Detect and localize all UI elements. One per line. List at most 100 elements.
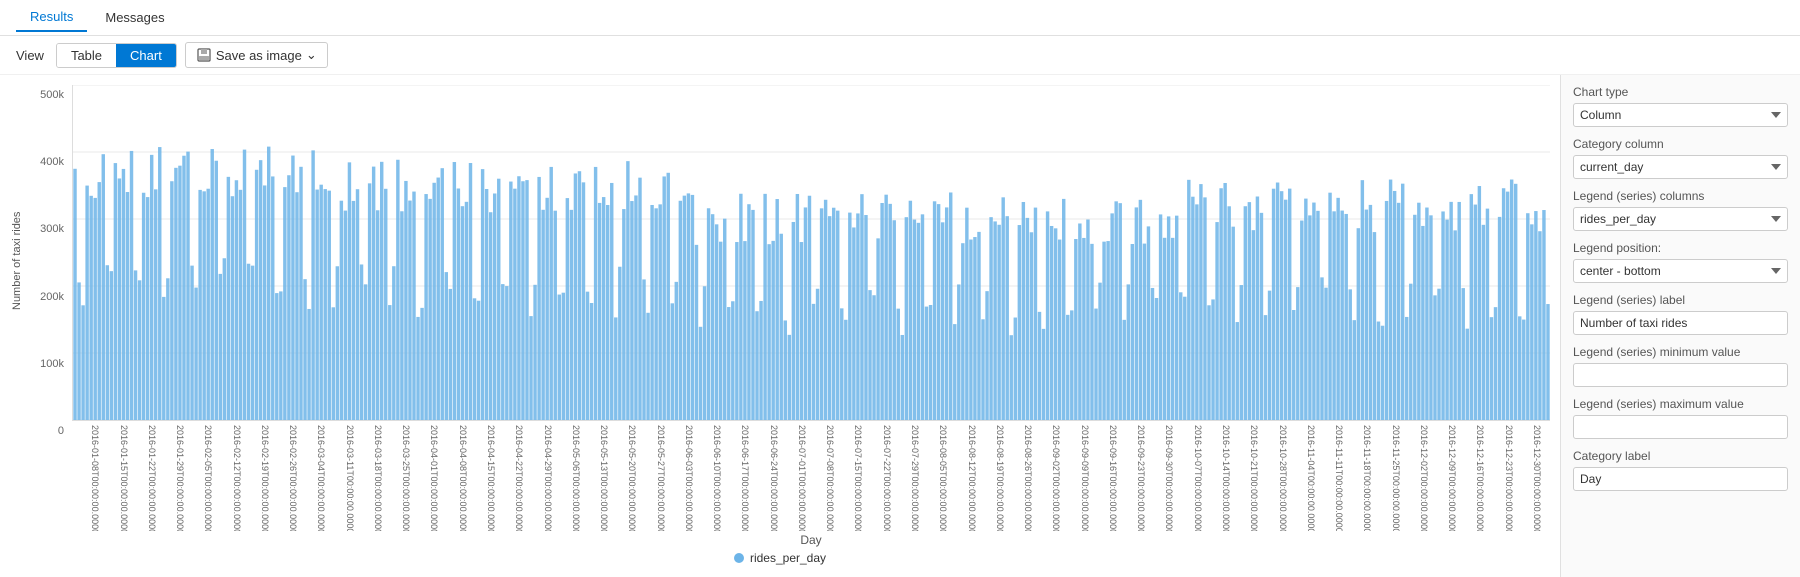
x-axis-area: 2016-01-01T00:00:00.00000002016-01-08T00… bbox=[72, 421, 1550, 531]
chart-toggle-btn[interactable]: Chart bbox=[116, 44, 176, 67]
tab-messages[interactable]: Messages bbox=[91, 4, 178, 31]
legend-max-label: Legend (series) maximum value bbox=[1573, 397, 1788, 411]
x-label: 2016-09-16T00:00:00.0000000 bbox=[1108, 425, 1118, 531]
bars-chart-svg bbox=[73, 85, 1550, 420]
x-label: 2016-10-21T00:00:00.0000000 bbox=[1249, 425, 1259, 531]
x-label: 2016-12-09T00:00:00.0000000 bbox=[1447, 425, 1457, 531]
legend-position-group: Legend position: center - bottom bbox=[1573, 241, 1788, 283]
x-label: 2016-01-15T00:00:00.0000000 bbox=[119, 425, 129, 531]
x-label: 2016-06-24T00:00:00.0000000 bbox=[769, 425, 779, 531]
x-label: 2016-05-13T00:00:00.0000000 bbox=[599, 425, 609, 531]
x-label: 2016-07-22T00:00:00.0000000 bbox=[882, 425, 892, 531]
legend-series-group: Legend (series) columns rides_per_day bbox=[1573, 189, 1788, 231]
x-label: 2016-07-01T00:00:00.0000000 bbox=[797, 425, 807, 531]
x-label: 2016-11-18T00:00:00.0000000 bbox=[1362, 425, 1372, 531]
x-label: 2016-02-05T00:00:00.0000000 bbox=[203, 425, 213, 531]
legend-position-select[interactable]: center - bottom bbox=[1573, 259, 1788, 283]
y-label-500k: 500k bbox=[40, 89, 64, 101]
category-column-select[interactable]: current_day bbox=[1573, 155, 1788, 179]
save-icon bbox=[196, 47, 212, 63]
legend-series-select[interactable]: rides_per_day bbox=[1573, 207, 1788, 231]
x-label: 2016-11-04T00:00:00.0000000 bbox=[1306, 425, 1316, 531]
x-label: 2016-03-25T00:00:00.0000000 bbox=[401, 425, 411, 531]
x-label: 2016-02-19T00:00:00.0000000 bbox=[260, 425, 270, 531]
x-label: 2016-12-30T00:00:00.0000000 bbox=[1532, 425, 1542, 531]
x-label: 2016-03-18T00:00:00.0000000 bbox=[373, 425, 383, 531]
y-axis-title: Number of taxi rides bbox=[8, 85, 26, 437]
legend-min-label: Legend (series) minimum value bbox=[1573, 345, 1788, 359]
x-label: 2016-01-29T00:00:00.0000000 bbox=[175, 425, 185, 531]
y-label-400k: 400k bbox=[40, 156, 64, 168]
chart-type-select[interactable]: Column bbox=[1573, 103, 1788, 127]
legend-min-input[interactable] bbox=[1573, 363, 1788, 387]
chart-type-group: Chart type Column bbox=[1573, 85, 1788, 127]
tab-results[interactable]: Results bbox=[16, 3, 87, 32]
y-label-200k: 200k bbox=[40, 291, 64, 303]
x-label: 2016-08-05T00:00:00.0000000 bbox=[938, 425, 948, 531]
legend-min-group: Legend (series) minimum value bbox=[1573, 345, 1788, 387]
x-label: 2016-12-02T00:00:00.0000000 bbox=[1419, 425, 1429, 531]
x-label: 2016-08-26T00:00:00.0000000 bbox=[1023, 425, 1033, 531]
x-label: 2016-07-08T00:00:00.0000000 bbox=[825, 425, 835, 531]
legend-dot bbox=[734, 553, 744, 563]
x-label: 2016-04-29T00:00:00.0000000 bbox=[543, 425, 553, 531]
x-label: 2016-09-23T00:00:00.0000000 bbox=[1136, 425, 1146, 531]
legend-series-label-label: Legend (series) label bbox=[1573, 293, 1788, 307]
x-label: 2016-06-03T00:00:00.0000000 bbox=[684, 425, 694, 531]
x-label: 2016-07-29T00:00:00.0000000 bbox=[910, 425, 920, 531]
x-label: 2016-04-22T00:00:00.0000000 bbox=[514, 425, 524, 531]
save-image-button[interactable]: Save as image ⌄ bbox=[185, 42, 328, 68]
y-axis: 500k 400k 300k 200k 100k 0 bbox=[28, 85, 72, 547]
legend-max-group: Legend (series) maximum value bbox=[1573, 397, 1788, 439]
x-label: 2016-03-04T00:00:00.0000000 bbox=[316, 425, 326, 531]
x-label: 2016-08-19T00:00:00.0000000 bbox=[995, 425, 1005, 531]
x-label: 2016-06-17T00:00:00.0000000 bbox=[740, 425, 750, 531]
x-label: 2016-09-09T00:00:00.0000000 bbox=[1080, 425, 1090, 531]
category-label-label: Category label bbox=[1573, 449, 1788, 463]
y-label-300k: 300k bbox=[40, 223, 64, 235]
x-label: 2016-04-08T00:00:00.0000000 bbox=[458, 425, 468, 531]
x-label: 2016-09-02T00:00:00.0000000 bbox=[1051, 425, 1061, 531]
legend-series-label-input[interactable] bbox=[1573, 311, 1788, 335]
x-label: 2016-05-27T00:00:00.0000000 bbox=[656, 425, 666, 531]
x-label: 2016-02-26T00:00:00.0000000 bbox=[288, 425, 298, 531]
x-label: 2016-05-20T00:00:00.0000000 bbox=[627, 425, 637, 531]
save-image-label: Save as image bbox=[216, 48, 302, 63]
x-label: 2016-12-16T00:00:00.0000000 bbox=[1475, 425, 1485, 531]
x-label: 2016-02-12T00:00:00.0000000 bbox=[232, 425, 242, 531]
legend-position-label: Legend position: bbox=[1573, 241, 1788, 255]
x-label: 2016-01-22T00:00:00.0000000 bbox=[147, 425, 157, 531]
legend-label: rides_per_day bbox=[750, 551, 826, 565]
x-label: 2016-11-25T00:00:00.0000000 bbox=[1391, 425, 1401, 531]
chart-type-label: Chart type bbox=[1573, 85, 1788, 99]
x-label: 2016-12-23T00:00:00.0000000 bbox=[1504, 425, 1514, 531]
category-label-group: Category label bbox=[1573, 449, 1788, 491]
sidebar: Chart type Column Category column curren… bbox=[1560, 75, 1800, 577]
y-label-0: 0 bbox=[58, 425, 64, 437]
view-label: View bbox=[16, 48, 44, 63]
category-label-input[interactable] bbox=[1573, 467, 1788, 491]
x-label: 2016-01-08T00:00:00.0000000 bbox=[90, 425, 100, 531]
save-image-chevron: ⌄ bbox=[306, 47, 317, 63]
x-axis-title: Day bbox=[72, 531, 1550, 547]
x-label: 2016-07-15T00:00:00.0000000 bbox=[853, 425, 863, 531]
category-column-group: Category column current_day bbox=[1573, 137, 1788, 179]
x-label: 2016-05-06T00:00:00.0000000 bbox=[571, 425, 581, 531]
x-label: 2016-03-11T00:00:00.0000000 bbox=[345, 425, 355, 531]
x-label: 2016-10-28T00:00:00.0000000 bbox=[1278, 425, 1288, 531]
view-toggle-group: Table Chart bbox=[56, 43, 177, 68]
x-label: 2016-06-10T00:00:00.0000000 bbox=[712, 425, 722, 531]
table-toggle-btn[interactable]: Table bbox=[57, 44, 116, 67]
legend-series-label-group: Legend (series) label bbox=[1573, 293, 1788, 335]
chart-and-x: 2016-01-01T00:00:00.00000002016-01-08T00… bbox=[72, 85, 1550, 547]
x-label: 2016-04-15T00:00:00.0000000 bbox=[486, 425, 496, 531]
x-label: 2016-10-14T00:00:00.0000000 bbox=[1221, 425, 1231, 531]
x-label: 2016-09-30T00:00:00.0000000 bbox=[1164, 425, 1174, 531]
legend-max-input[interactable] bbox=[1573, 415, 1788, 439]
chart-area: Number of taxi rides 500k 400k 300k 200k… bbox=[0, 75, 1560, 577]
y-label-100k: 100k bbox=[40, 358, 64, 370]
category-column-label: Category column bbox=[1573, 137, 1788, 151]
legend-series-columns-label: Legend (series) columns bbox=[1573, 189, 1788, 203]
bars-container bbox=[72, 85, 1550, 421]
x-label: 2016-11-11T00:00:00.0000000 bbox=[1334, 425, 1344, 531]
